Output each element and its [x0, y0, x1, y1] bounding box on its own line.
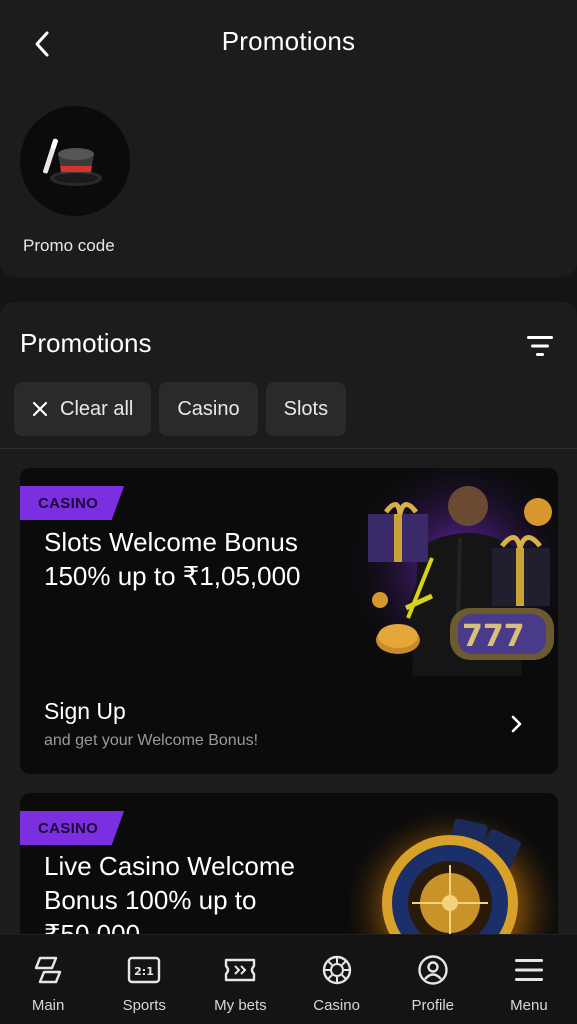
- menu-icon: [512, 953, 546, 987]
- sports-icon: 2:1: [127, 953, 161, 987]
- nav-label: Main: [31, 997, 65, 1014]
- nav-my-bets[interactable]: My bets: [192, 935, 288, 1024]
- main-icon: [31, 953, 65, 987]
- nav-label: Sports: [122, 997, 166, 1014]
- svg-text:2:1: 2:1: [134, 965, 154, 978]
- nav-menu[interactable]: Menu: [481, 935, 577, 1024]
- filter-chips: Clear all Casino Slots: [14, 382, 347, 436]
- promo-code-label: Promo code: [23, 236, 115, 255]
- header-panel: Promotions Promo code: [0, 0, 577, 277]
- nav-sports[interactable]: 2:1 Sports: [96, 935, 192, 1024]
- chip-label: Slots: [283, 397, 329, 420]
- nav-label: Profile: [411, 997, 455, 1014]
- filter-button[interactable]: [520, 330, 560, 362]
- ticket-icon: [223, 953, 257, 987]
- signup-title: Sign Up: [44, 698, 126, 724]
- page-title: Promotions: [221, 26, 356, 56]
- category-tag: CASINO: [20, 486, 125, 520]
- nav-casino[interactable]: Casino: [289, 935, 385, 1024]
- chevron-right-icon[interactable]: [504, 712, 528, 736]
- casino-chip-icon: [320, 953, 354, 987]
- section-title: Promotions: [20, 328, 152, 358]
- chip-clear-all[interactable]: Clear all: [14, 382, 152, 436]
- nav-label: Casino: [313, 997, 360, 1014]
- category-tag: CASINO: [20, 811, 125, 845]
- chip-label: Casino: [177, 397, 240, 420]
- chip-slots[interactable]: Slots: [265, 382, 347, 436]
- chip-casino[interactable]: Casino: [159, 382, 258, 436]
- magic-hat-icon: [43, 138, 102, 186]
- nav-profile[interactable]: Profile: [385, 935, 481, 1024]
- promo-code-button[interactable]: Promo code: [20, 106, 130, 255]
- profile-icon: [416, 953, 450, 987]
- close-icon: [32, 401, 48, 417]
- divider: [0, 448, 577, 449]
- nav-main[interactable]: Main: [0, 935, 96, 1024]
- card-title: Slots Welcome Bonus 150% up to ₹1,05,000: [44, 527, 301, 591]
- filter-icon: [527, 336, 553, 356]
- nav-label: My bets: [214, 997, 267, 1014]
- signup-subtitle: and get your Welcome Bonus!: [44, 732, 259, 749]
- bottom-nav: Main 2:1 Sports My bets Casino Profile M…: [0, 934, 577, 1024]
- promo-card-slots[interactable]: 777 CASINO Slots Welcome Bonus 150% up t…: [20, 468, 558, 774]
- chip-label: Clear all: [60, 397, 134, 420]
- promo-code-avatar: [20, 106, 130, 216]
- nav-label: Menu: [510, 997, 548, 1014]
- slots-promo-image: 777: [340, 468, 558, 688]
- svg-text:777: 777: [462, 619, 525, 654]
